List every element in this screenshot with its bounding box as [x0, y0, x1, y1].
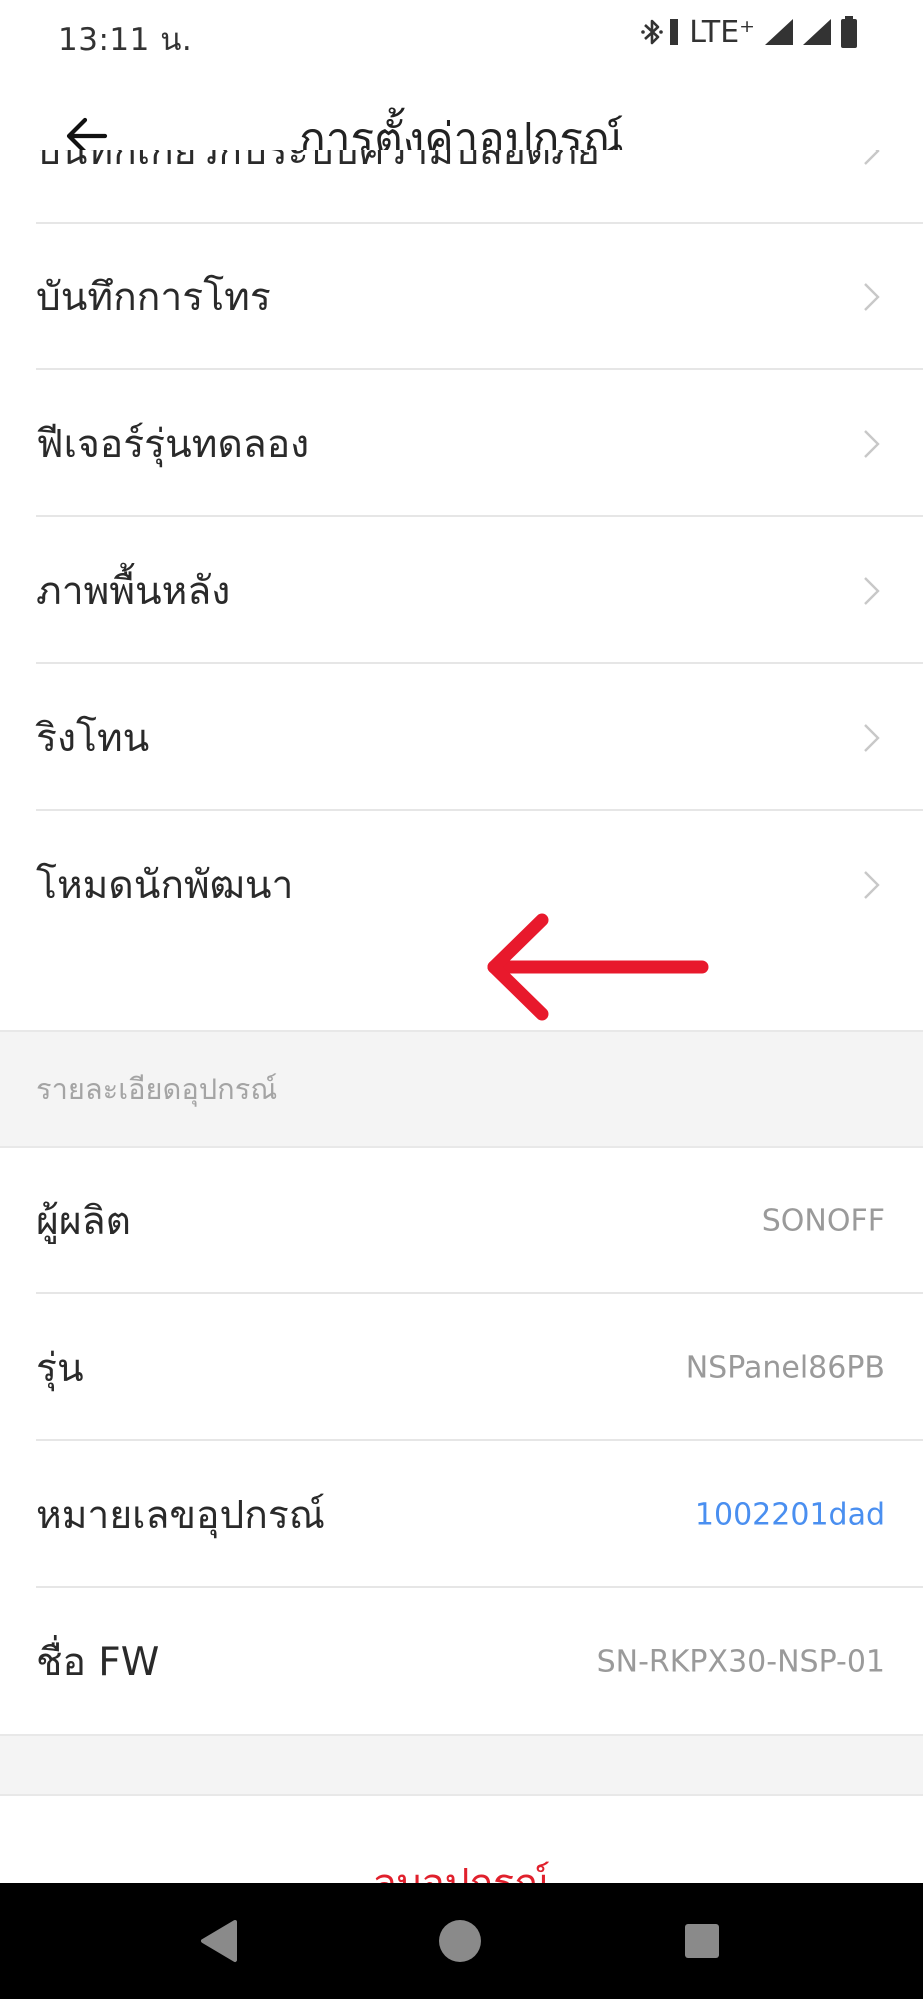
- info-label: หมายเลขอุปกรณ์: [36, 1493, 325, 1538]
- info-label: ชื่อ FW: [36, 1640, 160, 1685]
- divider: [36, 368, 923, 370]
- divider: [36, 515, 923, 517]
- signal-icon: [763, 17, 795, 47]
- nav-back-icon: [201, 1920, 237, 1962]
- settings-row-call-log[interactable]: บันทึกการโทร: [0, 224, 923, 370]
- settings-row-ringtone[interactable]: ริงโทน: [0, 665, 923, 811]
- nav-home-icon: [439, 1920, 481, 1962]
- row-label: ฟีเจอร์รุ่นทดลอง: [36, 422, 310, 467]
- info-value: NSPanel86PB: [685, 1350, 885, 1386]
- chevron-right-icon: [864, 871, 880, 899]
- info-value: SONOFF: [761, 1203, 885, 1239]
- divider: [36, 1292, 923, 1294]
- info-value: SN-RKPX30-NSP-01: [596, 1644, 885, 1680]
- info-row-firmware-name: ชื่อ FW SN-RKPX30-NSP-01: [0, 1589, 923, 1735]
- chevron-right-icon: [864, 430, 880, 458]
- status-bar: 13:11 น. LTE⁺: [0, 0, 923, 66]
- delete-device-label: ลบอุปกรณ์: [373, 1852, 551, 1883]
- chevron-right-icon: [864, 724, 880, 752]
- section-header-label: รายละเอียดอุปกรณ์: [36, 1072, 278, 1106]
- annotation-arrow-icon: [487, 913, 709, 1021]
- status-icons: LTE⁺: [641, 12, 859, 52]
- info-label: รุ่น: [36, 1346, 84, 1391]
- info-row-manufacturer: ผู้ผลิต SONOFF: [0, 1148, 923, 1294]
- chevron-right-icon: [864, 283, 880, 311]
- settings-row-security-log[interactable]: บันทึกเกี่ยวกับระบบความปลอดภัย: [0, 150, 923, 224]
- signal-bar-icon: [669, 17, 679, 47]
- row-label: ภาพพื้นหลัง: [36, 569, 231, 614]
- settings-row-wallpaper[interactable]: ภาพพื้นหลัง: [0, 518, 923, 664]
- chevron-right-icon: [864, 577, 880, 605]
- divider: [36, 1439, 923, 1441]
- settings-row-experimental-features[interactable]: ฟีเจอร์รุ่นทดลอง: [0, 371, 923, 517]
- row-label: บันทึกเกี่ยวกับระบบความปลอดภัย: [36, 150, 600, 174]
- row-label: ริงโทน: [36, 716, 150, 761]
- info-label: ผู้ผลิต: [36, 1199, 131, 1244]
- settings-row-developer-mode[interactable]: โหมดนักพัฒนา: [0, 812, 923, 958]
- divider: [36, 809, 923, 811]
- divider: [36, 1586, 923, 1588]
- info-row-device-id[interactable]: หมายเลขอุปกรณ์ 1002201dad: [0, 1442, 923, 1588]
- settings-list[interactable]: บันทึกเกี่ยวกับระบบความปลอดภัย บันทึกการ…: [0, 150, 923, 1883]
- row-label: บันทึกการโทร: [36, 275, 271, 320]
- battery-icon: [839, 15, 859, 49]
- delete-device-button[interactable]: ลบอุปกรณ์: [0, 1796, 923, 1883]
- divider: [36, 662, 923, 664]
- device-id-link[interactable]: 1002201dad: [695, 1498, 885, 1533]
- nav-home-button[interactable]: [400, 1883, 520, 1999]
- status-time: 13:11 น.: [58, 22, 193, 58]
- nav-recents-button[interactable]: [642, 1883, 762, 1999]
- navigation-bar: [0, 1883, 923, 1999]
- section-gap: [0, 1734, 923, 1796]
- nav-back-button[interactable]: [158, 1883, 278, 1999]
- info-row-model: รุ่น NSPanel86PB: [0, 1295, 923, 1441]
- nav-recents-icon: [685, 1924, 719, 1958]
- section-header-device-info: รายละเอียดอุปกรณ์: [0, 1030, 923, 1148]
- bluetooth-icon: [641, 16, 664, 48]
- signal-icon-2: [801, 17, 833, 47]
- network-type: LTE⁺: [689, 14, 755, 50]
- chevron-right-icon: [864, 150, 880, 165]
- row-label: โหมดนักพัฒนา: [36, 863, 294, 908]
